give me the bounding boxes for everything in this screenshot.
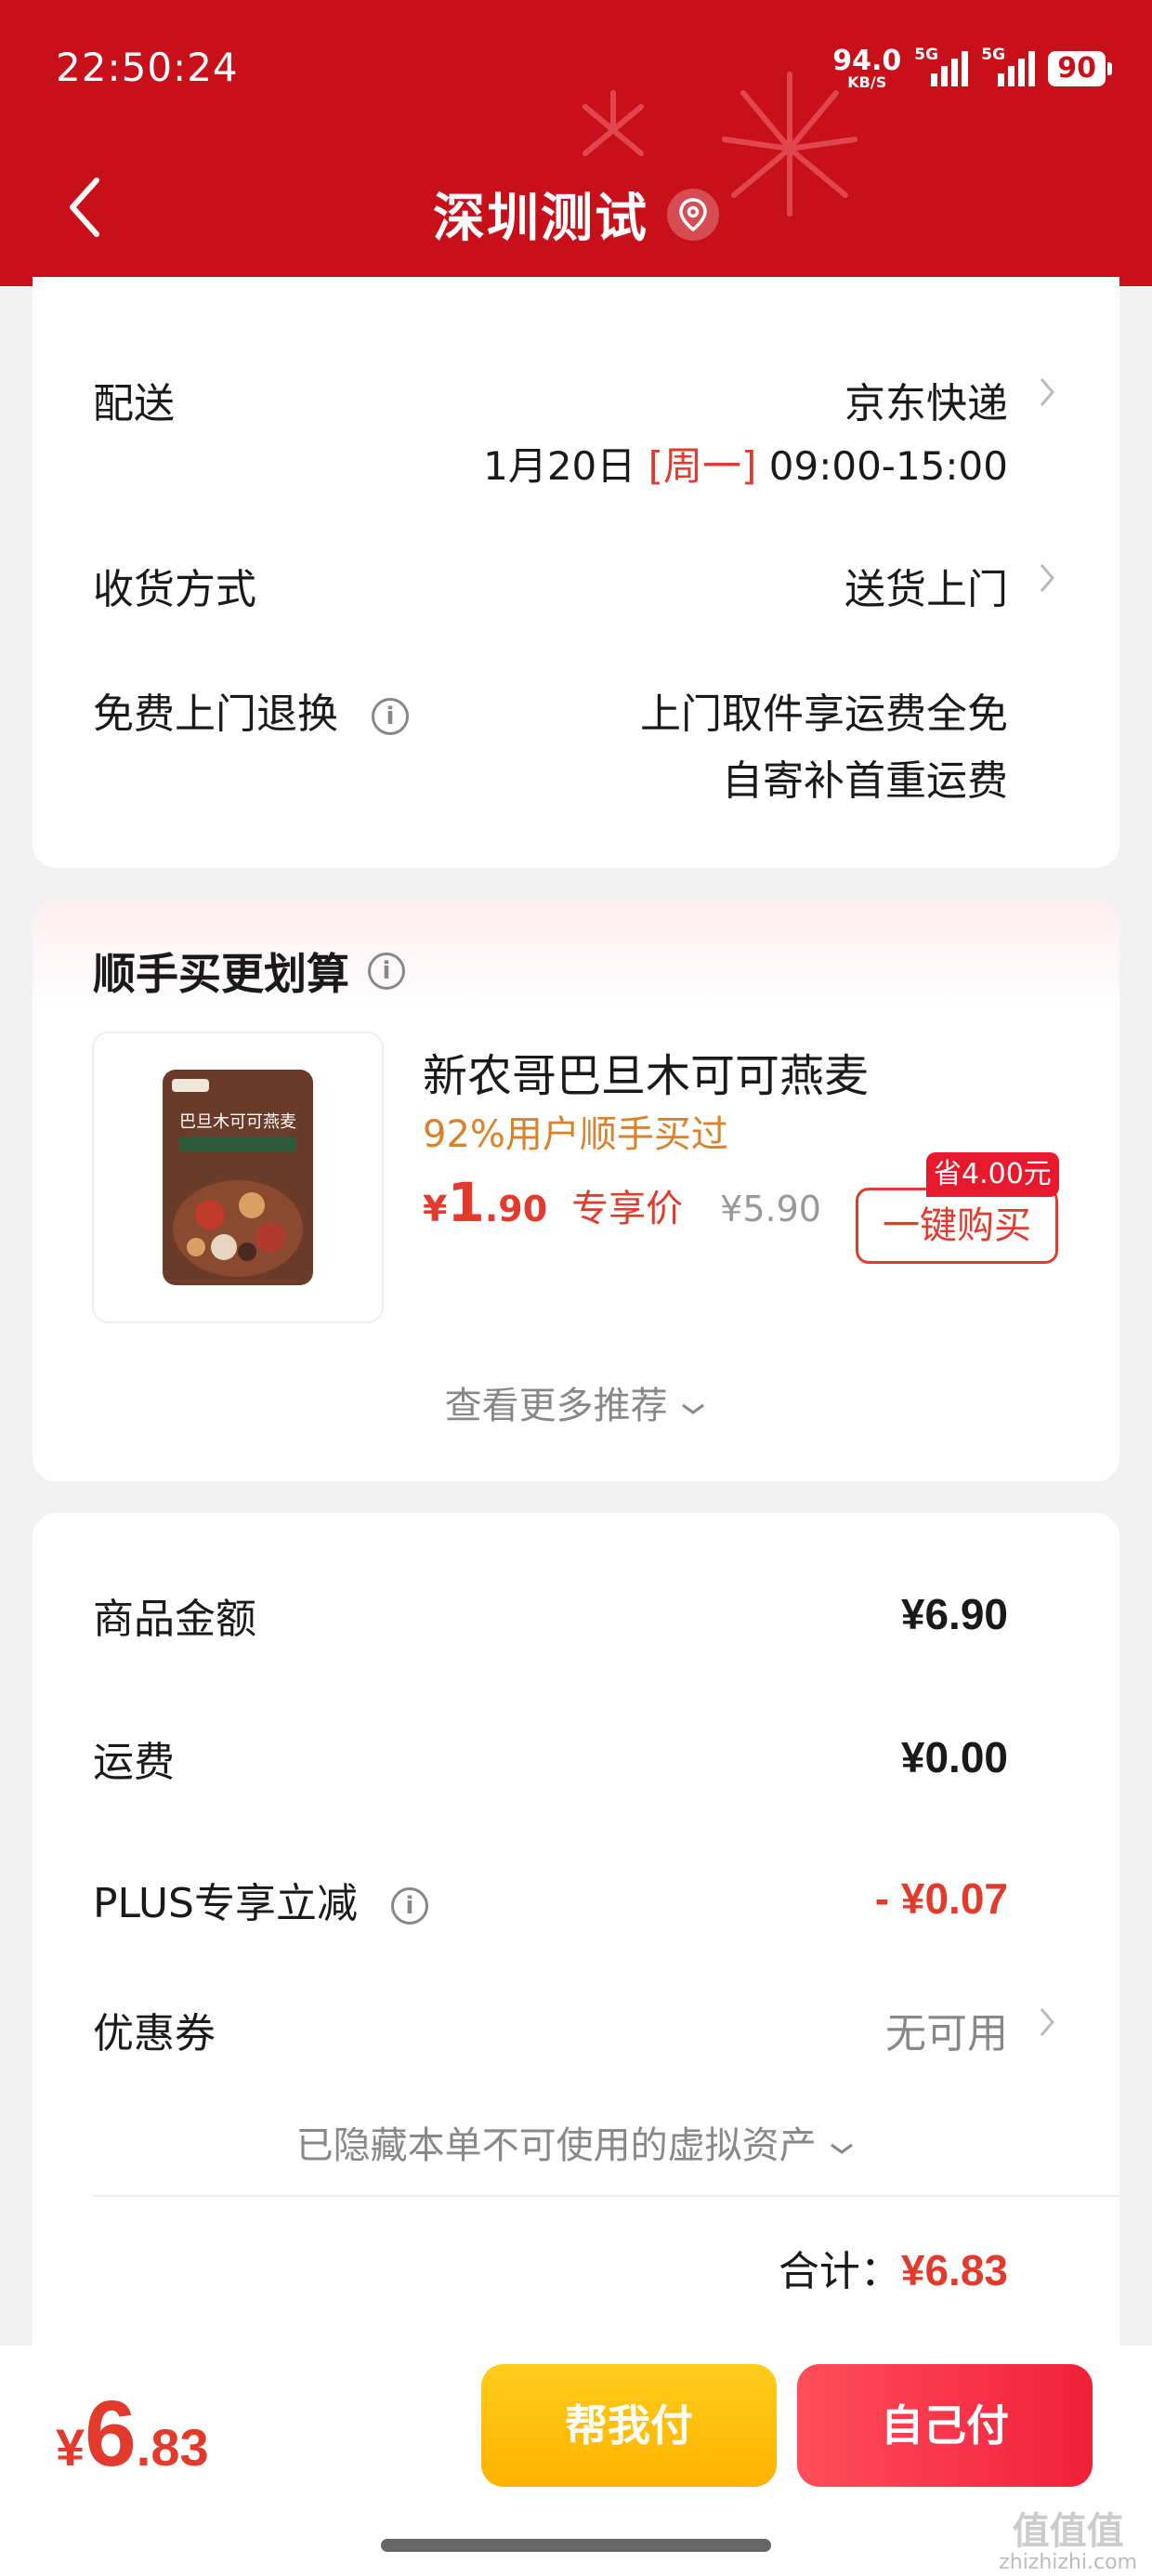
header-bar: 22:50:24 94.0 KB/S 5G 5G 90 深圳测试 xyxy=(0,0,1152,286)
shipping-label: 配送 xyxy=(93,380,175,427)
plus-discount-label: PLUS专享立减 xyxy=(93,1880,358,1927)
self-pay-button[interactable]: 自己付 xyxy=(797,2364,1093,2487)
help-pay-button[interactable]: 帮我付 xyxy=(481,2364,777,2487)
chevron-down-icon xyxy=(831,2143,854,2154)
freight-value: ¥0.00 xyxy=(900,1733,1008,1781)
shipping-value[interactable]: 京东快递 xyxy=(844,370,1008,429)
weekday: [周一] xyxy=(648,443,757,489)
divider xyxy=(93,2195,1119,2197)
product-thumbnail[interactable]: 巴旦木可可燕麦 xyxy=(92,1032,384,1323)
chevron-down-icon xyxy=(682,1403,705,1414)
plus-discount-label-row: PLUS专享立减 i xyxy=(93,1870,428,1929)
total-price: ¥ 6 .83 xyxy=(56,2382,209,2486)
receive-method-value[interactable]: 送货上门 xyxy=(844,556,1008,615)
save-badge: 省4.00元 xyxy=(926,1152,1059,1197)
goods-amount-label: 商品金额 xyxy=(93,1596,256,1643)
original-price: ¥5.90 xyxy=(720,1189,821,1229)
battery-icon: 90 xyxy=(1048,51,1112,86)
chevron-right-icon[interactable] xyxy=(1038,2005,1056,2039)
product-package-image: 巴旦木可可燕麦 xyxy=(163,1070,313,1285)
subtotal-row: 合计：¥6.83 xyxy=(779,2238,1008,2297)
signal-icon-2: 5G xyxy=(981,46,1036,86)
watermark: 值值值 zhizhizhi.com xyxy=(999,2510,1137,2574)
hidden-assets-toggle[interactable]: 已隐藏本单不可使用的虚拟资产 xyxy=(33,2115,1119,2169)
subtotal-label: 合计： xyxy=(778,2248,901,2295)
more-recommend-link[interactable]: 查看更多推荐 xyxy=(33,1375,1119,1429)
order-summary-card: 商品金额 ¥6.90 运费 ¥0.00 PLUS专享立减 i - ¥0.07 优… xyxy=(33,1513,1119,2349)
checkout-bar: ¥ 6 .83 帮我付 自己付 值值值 zhizhizhi.com xyxy=(0,2346,1152,2576)
package-text: 巴旦木可可燕麦 xyxy=(179,1112,296,1132)
subtotal-value: ¥6.83 xyxy=(900,2246,1008,2294)
status-bar: 22:50:24 94.0 KB/S 5G 5G 90 xyxy=(56,41,1112,97)
location-pin-icon[interactable] xyxy=(667,188,719,241)
status-time: 22:50:24 xyxy=(56,45,239,90)
coupon-label: 优惠券 xyxy=(93,2010,216,2057)
recommend-card: 顺手买更划算 i 巴旦木可可燕麦 新农哥巴旦木可可燕麦 92%用户顺手买过 ¥ … xyxy=(33,901,1119,1481)
info-icon[interactable]: i xyxy=(368,953,405,990)
free-return-label: 免费上门退换 xyxy=(93,690,338,738)
chevron-right-icon[interactable] xyxy=(1038,375,1056,409)
free-return-label-row: 免费上门退换 i xyxy=(93,680,409,740)
product-name[interactable]: 新农哥巴旦木可可燕麦 xyxy=(423,1039,869,1104)
plus-discount-value: - ¥0.07 xyxy=(874,1874,1008,1923)
product-price: ¥ 1 .90 专享价 ¥5.90 xyxy=(423,1171,821,1234)
chevron-right-icon[interactable] xyxy=(1038,561,1056,595)
delivery-card: 配送 京东快递 1月20日 [周一] 09:00-15:00 收货方式 送货上门… xyxy=(33,277,1119,868)
home-indicator[interactable] xyxy=(381,2539,771,2552)
network-speed: 94.0 KB/S xyxy=(832,45,902,91)
price-tag: 专享价 xyxy=(571,1188,684,1230)
freight-label: 运费 xyxy=(93,1739,175,1786)
free-return-value: 上门取件享运费全免 xyxy=(640,690,1008,738)
buy-rate: 92%用户顺手买过 xyxy=(423,1113,728,1156)
goods-amount-value: ¥6.90 xyxy=(900,1590,1008,1638)
signal-icon: 5G xyxy=(914,46,969,86)
self-send-note: 自寄补首重运费 xyxy=(722,757,1008,805)
coupon-value[interactable]: 无可用 xyxy=(885,2000,1008,2059)
recommend-title: 顺手买更划算 xyxy=(93,949,349,999)
page-title: 深圳测试 xyxy=(433,189,648,249)
info-icon[interactable]: i xyxy=(391,1887,428,1925)
one-click-buy-button[interactable]: 一键购买 xyxy=(856,1188,1058,1264)
info-icon[interactable]: i xyxy=(372,698,409,735)
delivery-time[interactable]: 1月20日 [周一] 09:00-15:00 xyxy=(483,435,1008,492)
receive-method-label: 收货方式 xyxy=(93,566,256,613)
